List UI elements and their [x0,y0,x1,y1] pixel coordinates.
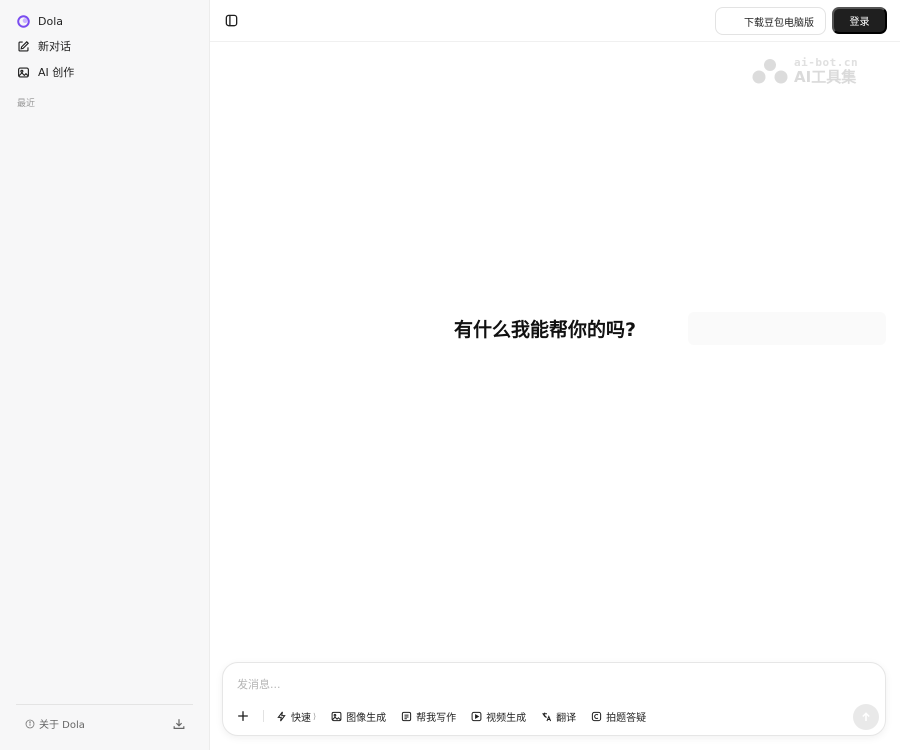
sidebar-item-label: 新对话 [38,40,71,53]
info-icon [25,719,35,729]
login-button[interactable]: 登录 [832,7,887,34]
top-header: 下载豆包电脑版 登录 [210,0,900,42]
camera-icon [591,711,602,722]
tool-quick[interactable]: 快速 ⟩ [276,709,316,724]
message-input[interactable] [237,675,837,693]
sidebar-item-label: AI 创作 [38,66,75,79]
tool-video-generation[interactable]: 视频生成 [471,709,526,724]
app-name: Dola [38,14,63,28]
tool-label: 视频生成 [486,712,527,724]
image-icon [17,66,30,79]
translate-icon [541,711,552,722]
sidebar-item-ai-create[interactable]: AI 创作 [17,62,74,82]
sidebar: Dola 新对话 AI 创作 最近 关于 Dola [0,0,210,750]
download-icon[interactable] [172,716,186,730]
bolt-icon [276,711,287,722]
edit-icon [17,40,30,53]
image-icon [331,711,342,722]
plus-icon[interactable] [236,708,250,722]
sidebar-app-header[interactable]: Dola [17,11,63,31]
watermark-logo-icon [752,59,788,84]
placeholder-block [688,312,886,345]
tool-label: 帮我写作 [416,712,457,724]
tool-separator [263,710,264,722]
composer-tools: 快速 ⟩ 图像生成 帮我写作 视频生成 翻译 拍题答疑 [276,707,661,725]
tool-label: 快速 [291,712,311,724]
watermark: ai-bot.cn AI工具集 [750,54,874,88]
about-link[interactable]: 关于 Dola [25,716,85,731]
toggle-sidebar-icon[interactable] [224,13,239,28]
sidebar-item-new-chat[interactable]: 新对话 [17,36,71,56]
sidebar-divider [16,704,193,705]
tool-label: 图像生成 [346,712,387,724]
about-label: 关于 Dola [39,720,85,731]
arrow-up-icon [862,712,870,721]
tool-label: 翻译 [556,712,577,724]
send-button[interactable] [853,704,879,730]
chevron-right-icon: ⟩ [313,711,317,721]
page-title: 有什么我能帮你的吗? [454,319,637,341]
tool-image-generation[interactable]: 图像生成 [331,709,386,724]
recent-section-label: 最近 [17,99,36,109]
tool-translate[interactable]: 翻译 [541,709,576,724]
download-desktop-button[interactable]: 下载豆包电脑版 [715,7,826,35]
tool-writing[interactable]: 帮我写作 [401,709,456,724]
watermark-url: ai-bot.cn [794,56,859,69]
dola-logo-icon [17,14,30,28]
video-icon [471,711,482,722]
document-icon [401,711,412,722]
watermark-name: AI工具集 [794,68,857,86]
tool-label: 拍题答疑 [606,712,647,724]
tool-photo-qa[interactable]: 拍题答疑 [591,709,646,724]
message-composer: 快速 ⟩ 图像生成 帮我写作 视频生成 翻译 [222,662,886,736]
